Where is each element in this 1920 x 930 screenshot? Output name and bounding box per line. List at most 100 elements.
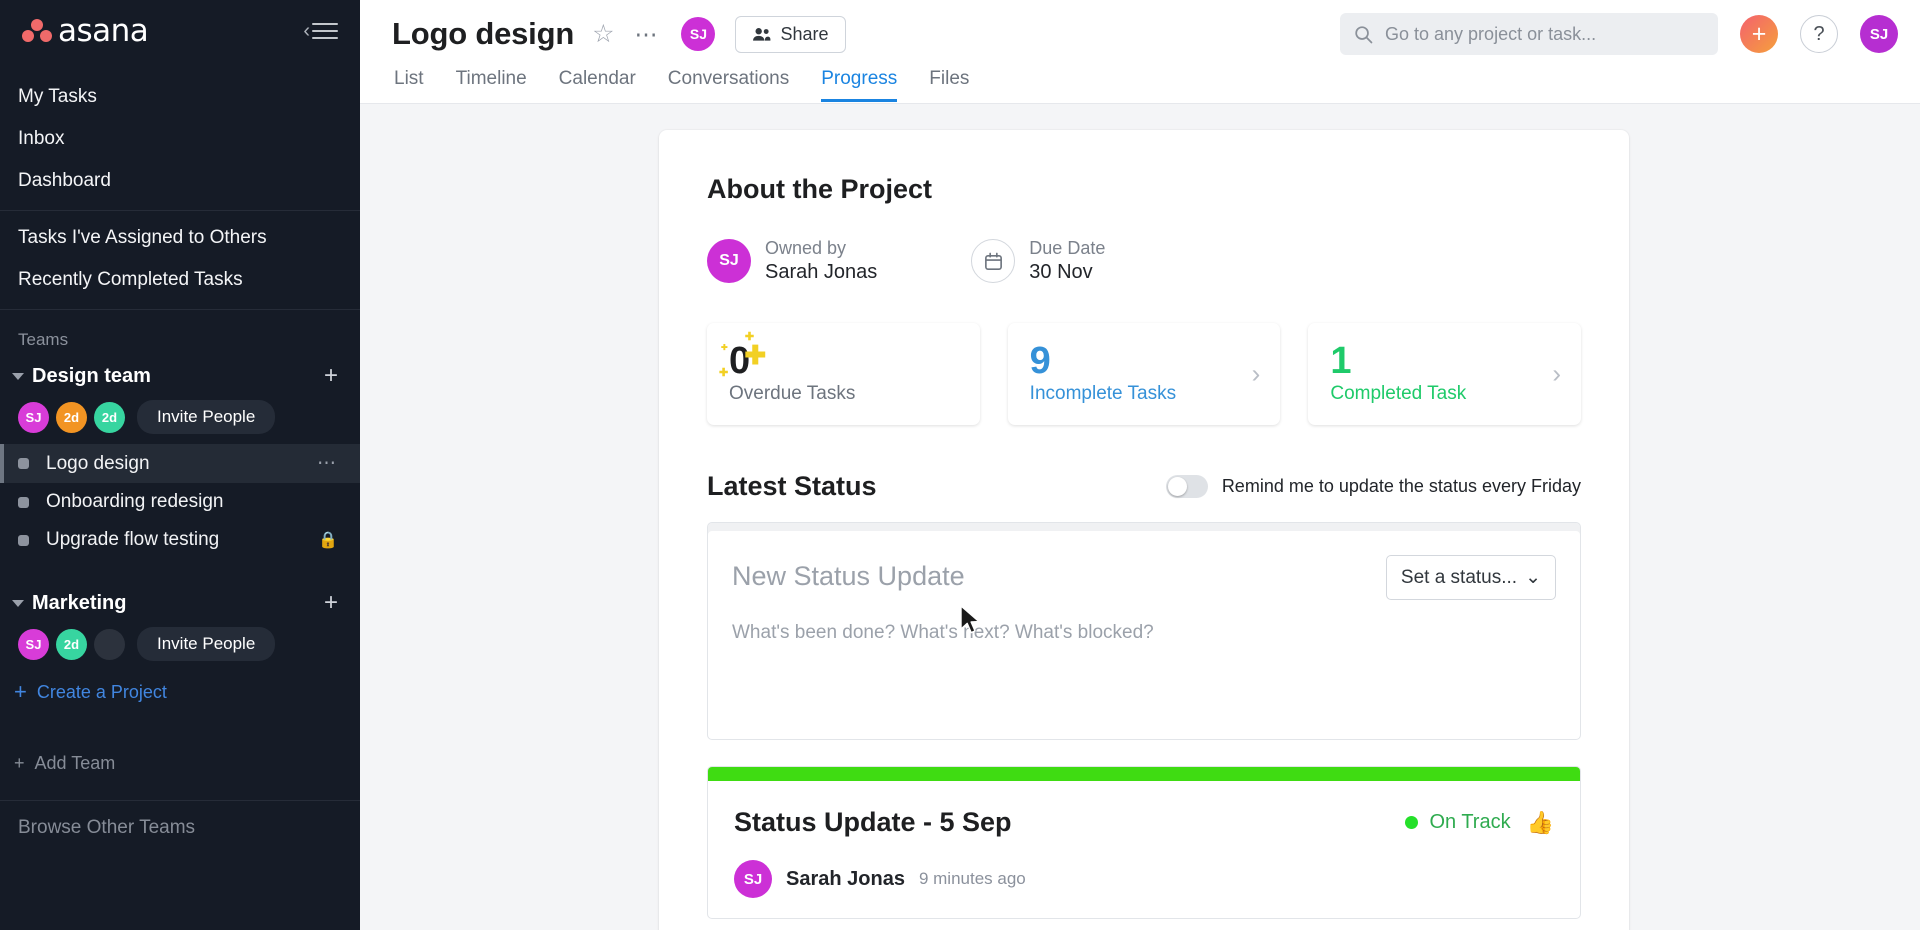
team-header-design-team[interactable]: Design team +	[0, 358, 360, 394]
team-header-marketing[interactable]: Marketing +	[0, 585, 360, 621]
project-owner-avatar[interactable]: SJ	[681, 17, 716, 51]
project-due-date: Due Date 30 Nov	[971, 237, 1105, 285]
tab-files[interactable]: Files	[929, 69, 969, 102]
sidebar-item-dashboard[interactable]: Dashboard	[0, 160, 360, 202]
share-button[interactable]: Share	[735, 15, 846, 53]
avatar[interactable]: 2d	[56, 401, 87, 433]
tab-conversations[interactable]: Conversations	[668, 69, 789, 102]
asana-logo[interactable]: asana	[20, 15, 149, 47]
add-team-label: Add Team	[34, 753, 116, 773]
chevron-right-icon: ›	[1552, 358, 1562, 389]
avatar[interactable]: SJ	[734, 860, 772, 898]
page-title: Logo design	[392, 16, 575, 51]
lock-icon: 🔒	[318, 532, 338, 549]
toggle-knob	[1167, 477, 1187, 496]
overdue-count-wrap: 0 ✚ ✚ ✚ ✚	[719, 332, 766, 382]
status-update-actions: On Track 👍	[1405, 810, 1554, 836]
sidebar-item-inbox[interactable]: Inbox	[0, 118, 360, 160]
view-tabs: List Timeline Calendar Conversations Pro…	[360, 58, 1920, 102]
top-bar-actions: Go to any project or task... + ? SJ	[1340, 13, 1898, 55]
caret-down-icon	[12, 599, 24, 607]
main-area: Logo design ☆ ⋯ SJ Share List Timeline C…	[360, 0, 1920, 930]
sidebar-item-tasks-assigned-to-others[interactable]: Tasks I've Assigned to Others	[0, 217, 360, 259]
ellipsis-icon[interactable]: ⋯	[317, 452, 338, 475]
project-more-icon[interactable]: ⋯	[634, 21, 659, 48]
add-project-icon[interactable]: +	[324, 364, 338, 388]
new-status-placeholder: What's been done? What's next? What's bl…	[732, 622, 1154, 643]
browse-other-teams-button[interactable]: Browse Other Teams	[0, 801, 360, 849]
tab-calendar[interactable]: Calendar	[559, 69, 636, 102]
progress-card: About the Project SJ Owned by Sarah Jona…	[659, 130, 1629, 930]
help-button[interactable]: ?	[1800, 15, 1838, 53]
add-project-icon[interactable]: +	[324, 591, 338, 615]
stat-overdue-tasks[interactable]: 0 ✚ ✚ ✚ ✚ Overdue Tasks	[707, 323, 980, 425]
tab-list[interactable]: List	[394, 69, 424, 102]
invite-people-button[interactable]: Invite People	[137, 627, 276, 661]
status-dot-icon	[1405, 816, 1419, 829]
avatar[interactable]: 2d	[94, 401, 125, 433]
stat-label: Incomplete Tasks	[1029, 383, 1177, 404]
calendar-icon	[971, 239, 1016, 283]
invite-people-button[interactable]: Invite People	[137, 400, 276, 434]
status-update-author: SJ Sarah Jonas 9 minutes ago	[734, 860, 1554, 898]
sidebar-project-onboarding-redesign[interactable]: Onboarding redesign	[0, 483, 360, 521]
add-button[interactable]: +	[1740, 15, 1778, 53]
team-name: Marketing	[32, 591, 127, 614]
share-label: Share	[780, 23, 829, 44]
search-placeholder: Go to any project or task...	[1385, 23, 1597, 44]
caret-down-icon	[12, 372, 24, 380]
new-status-update-box[interactable]: New Status Update What's been done? What…	[707, 522, 1581, 740]
team-members-design-team: SJ 2d 2d Invite People	[0, 394, 360, 444]
thumbs-up-icon[interactable]: 👍	[1527, 810, 1554, 836]
project-name: Logo design	[46, 452, 150, 474]
author-timestamp: 9 minutes ago	[918, 869, 1026, 888]
sidebar-item-my-tasks[interactable]: My Tasks	[0, 76, 360, 118]
stat-value: 9	[1029, 340, 1051, 382]
set-status-label: Set a status...	[1400, 566, 1518, 588]
chevron-down-icon: ⌄	[1525, 567, 1541, 588]
stat-label: Completed Task	[1330, 383, 1467, 404]
sidebar-item-recently-completed-tasks[interactable]: Recently Completed Tasks	[0, 259, 360, 301]
user-avatar[interactable]: SJ	[1860, 15, 1898, 53]
due-date-label: Due Date	[1029, 238, 1106, 258]
owner-name: Sarah Jonas	[765, 261, 878, 283]
status-update-header: Status Update - 5 Sep On Track 👍	[734, 807, 1554, 838]
project-name: Upgrade flow testing	[46, 529, 220, 550]
search-input[interactable]: Go to any project or task...	[1340, 13, 1718, 55]
stat-value: 1	[1330, 340, 1352, 382]
avatar-placeholder[interactable]	[94, 628, 125, 660]
avatar[interactable]: SJ	[707, 239, 751, 283]
tab-timeline[interactable]: Timeline	[456, 69, 527, 102]
chevron-right-icon: ›	[1251, 358, 1261, 389]
about-project-title: About the Project	[707, 174, 933, 204]
create-project-button[interactable]: + Create a Project	[0, 671, 360, 713]
avatar[interactable]: SJ	[18, 401, 49, 433]
avatar[interactable]: 2d	[56, 628, 87, 660]
avatar[interactable]: SJ	[18, 628, 49, 660]
plus-icon: +	[14, 679, 27, 704]
stat-label: Overdue Tasks	[729, 383, 856, 404]
sidebar-project-logo-design[interactable]: Logo design ⋯	[0, 444, 360, 483]
status-update-title: Status Update - 5 Sep	[734, 807, 1012, 837]
sidebar-collapse-button[interactable]: ‹	[303, 21, 338, 41]
sparkle-icon: ✚	[744, 331, 755, 343]
reminder-label: Remind me to update the status every Fri…	[1221, 476, 1581, 496]
project-name: Onboarding redesign	[46, 491, 224, 512]
team-name: Design team	[32, 364, 151, 387]
chevron-left-icon: ‹	[303, 20, 310, 42]
stat-completed-tasks[interactable]: 1 Completed Task ›	[1308, 323, 1582, 425]
star-icon[interactable]: ☆	[592, 21, 614, 47]
sparkle-icon: ✚	[719, 367, 729, 379]
status-badge-label: On Track	[1429, 811, 1511, 833]
project-owner: SJ Owned by Sarah Jonas	[707, 237, 877, 285]
reminder-row: Remind me to update the status every Fri…	[1165, 475, 1581, 498]
reminder-toggle[interactable]	[1165, 475, 1208, 498]
sidebar-project-upgrade-flow-testing[interactable]: Upgrade flow testing 🔒	[0, 521, 360, 559]
sidebar-divider	[0, 309, 360, 310]
sidebar: asana ‹ My Tasks Inbox Dashboard Tasks I…	[0, 0, 360, 930]
tab-progress[interactable]: Progress	[821, 69, 898, 102]
plus-icon: +	[14, 753, 25, 773]
add-team-button[interactable]: + Add Team	[0, 741, 360, 786]
stat-incomplete-tasks[interactable]: 9 Incomplete Tasks ›	[1007, 323, 1281, 425]
set-status-dropdown[interactable]: Set a status... ⌄	[1385, 555, 1556, 600]
